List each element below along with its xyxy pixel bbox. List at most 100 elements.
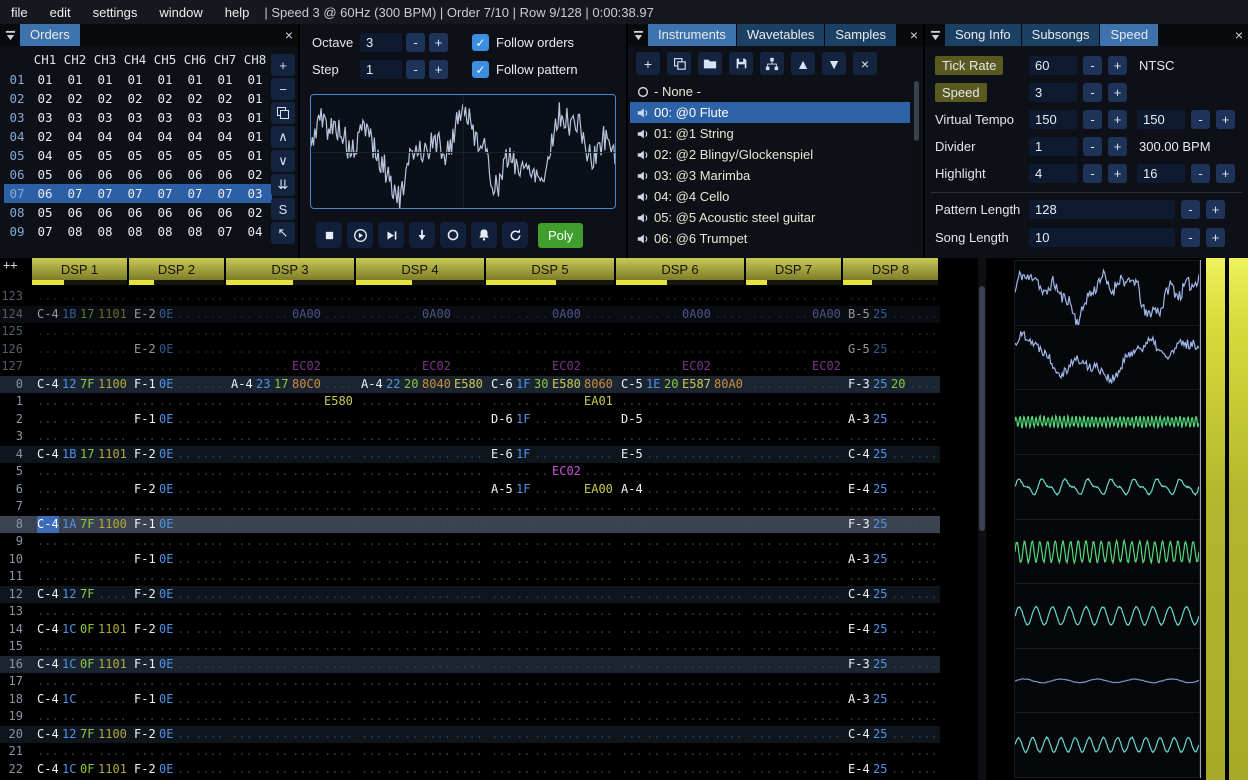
pattern-cell[interactable]: ........... [746,463,843,481]
pattern-field[interactable]: .... [682,673,711,691]
pattern-field[interactable]: .. [274,516,289,534]
pattern-cell[interactable]: ....... EC02.... [616,358,746,376]
pattern-cell[interactable]: ........... [843,533,940,551]
pattern-field[interactable]: .... [682,288,711,306]
pattern-field[interactable]: .. [794,411,809,429]
pattern-field[interactable]: C-5 [621,376,643,394]
pattern-field[interactable]: .. [177,498,192,516]
pattern-field[interactable]: .. [386,463,401,481]
pattern-field[interactable]: .. [516,568,531,586]
pattern-field[interactable]: ... [491,341,513,359]
pattern-field[interactable]: .... [584,743,613,761]
pattern-field[interactable]: ... [361,516,383,534]
pattern-cell[interactable]: ........... [32,708,129,726]
pattern-field[interactable]: .... [324,411,353,429]
pattern-cell[interactable]: C-5 1E 20 E587 80A0 [616,376,746,394]
pattern-field[interactable]: .... [324,761,353,779]
pattern-field[interactable]: ... [621,638,643,656]
order-change-mode-button[interactable]: S [271,198,295,220]
pattern-field[interactable]: ... [231,498,253,516]
pattern-field[interactable]: .... [324,306,353,324]
pattern-field[interactable]: .. [516,708,531,726]
pattern-field[interactable]: ... [231,306,253,324]
pattern-field[interactable]: ... [361,498,383,516]
repeat-pattern-button[interactable] [502,222,528,248]
pattern-cell[interactable]: ........... [746,551,843,569]
order-cell[interactable]: 06 [120,203,150,222]
order-cell[interactable]: 08 [180,222,210,241]
pattern-field[interactable]: .... [454,551,483,569]
pattern-field[interactable]: .. [664,761,679,779]
pattern-field[interactable]: C-4 [37,306,59,324]
tab-wavetables[interactable]: Wavetables [736,24,825,46]
pattern-cell[interactable]: ............... [356,551,486,569]
pattern-field[interactable]: .. [873,603,888,621]
pattern-field[interactable]: 1F [516,411,531,429]
pattern-field[interactable]: .. [664,586,679,604]
pattern-field[interactable]: 1C [62,691,77,709]
order-cell[interactable]: 02 [30,89,60,108]
pattern-cell[interactable]: ............... [356,603,486,621]
pattern-field[interactable]: .... [195,551,224,569]
pattern-field[interactable]: .. [256,726,271,744]
pattern-field[interactable]: .. [534,533,549,551]
pattern-field[interactable]: ... [134,393,156,411]
pattern-field[interactable]: .. [873,673,888,691]
pattern-field[interactable]: 23 [256,376,271,394]
pattern-field[interactable]: ... [37,358,59,376]
pattern-field[interactable]: .... [812,726,841,744]
pattern-field[interactable]: ... [621,341,643,359]
pattern-field[interactable]: ... [848,673,870,691]
pattern-field[interactable]: .. [776,393,791,411]
tick-rate-decrement-button[interactable]: - [1083,56,1102,75]
pattern-cell[interactable]: ............... [356,656,486,674]
pattern-field[interactable]: ... [848,323,870,341]
pattern-field[interactable]: ... [361,726,383,744]
pattern-field[interactable]: .. [274,638,289,656]
pattern-field[interactable]: .. [516,743,531,761]
pattern-field[interactable]: .... [195,428,224,446]
close-icon[interactable]: × [1230,24,1248,46]
pattern-field[interactable]: .. [274,743,289,761]
pattern-field[interactable]: .. [776,551,791,569]
pattern-field[interactable]: .... [714,603,743,621]
pattern-field[interactable]: .... [909,586,938,604]
pattern-field[interactable]: .... [552,621,581,639]
pattern-field[interactable]: .. [534,498,549,516]
order-row[interactable]: 05 04 05 05 05 05 05 05 01 [4,146,272,165]
pattern-field[interactable]: .... [324,376,353,394]
pattern-field[interactable]: C-4 [37,726,59,744]
pattern-field[interactable]: .. [516,621,531,639]
pattern-field[interactable]: 0E [159,446,174,464]
pattern-field[interactable]: .. [274,761,289,779]
pattern-field[interactable]: .. [534,673,549,691]
pattern-cell[interactable]: ........... [843,638,940,656]
pattern-field[interactable]: .... [292,516,321,534]
pattern-field[interactable]: .. [177,393,192,411]
pattern-cell[interactable]: ............... [616,568,746,586]
pattern-field[interactable]: C-4 [37,656,59,674]
pattern-field[interactable]: F-3 [848,656,870,674]
pattern-field[interactable]: ... [751,638,773,656]
pattern-row[interactable]: 17......................................… [0,673,940,691]
pattern-field[interactable]: .. [794,691,809,709]
pattern-field[interactable]: ... [621,393,643,411]
toggle-folders-button[interactable] [760,52,784,75]
pattern-field[interactable]: ... [361,481,383,499]
pattern-cell[interactable]: ............... [356,323,486,341]
pattern-field[interactable]: .... [584,516,613,534]
pattern-cell[interactable]: ............... [356,341,486,359]
pattern-field[interactable]: .. [873,533,888,551]
pattern-field[interactable]: .. [516,656,531,674]
pattern-field[interactable]: ... [621,568,643,586]
pattern-field[interactable]: .... [552,743,581,761]
pattern-field[interactable]: .. [62,341,77,359]
pattern-field[interactable]: .. [516,586,531,604]
pattern-cell[interactable]: ............... [616,761,746,779]
pattern-field[interactable]: .. [646,358,661,376]
order-cell[interactable]: 03 [150,108,180,127]
instrument-item[interactable]: 03: @3 Marimba [630,165,910,186]
pattern-field[interactable]: .. [776,288,791,306]
pattern-row[interactable]: 0 C-4 12 7F 1100 F-1 0E...... A-4 23 17 80C0.... A-… [0,375,940,394]
pattern-field[interactable]: ... [751,393,773,411]
